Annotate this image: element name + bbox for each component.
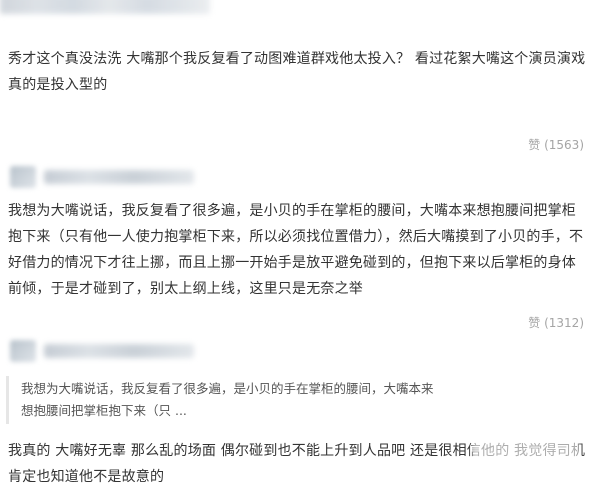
comment-footer: 赞 (1312) bbox=[0, 310, 600, 336]
comment-footer: 赞 (1563) bbox=[0, 132, 600, 158]
username[interactable] bbox=[44, 170, 194, 184]
comment-feed: 秀才这个真没法洗 大嘴那个我反复看了动图难道群戏他太投入？ 看过花絮大嘴这个演员… bbox=[0, 0, 600, 496]
like-button[interactable]: 赞 (1563) bbox=[528, 136, 584, 153]
username[interactable] bbox=[44, 344, 194, 358]
like-button[interactable]: 赞 (1312) bbox=[528, 314, 584, 331]
blurred-overlay bbox=[472, 440, 580, 464]
comment-text: 秀才这个真没法洗 大嘴那个我反复看了动图难道群戏他太投入？ 看过花絮大嘴这个演员… bbox=[8, 51, 586, 93]
quoted-reply[interactable]: 我想为大嘴说话，我反复看了很多遍，是小贝的手在掌柜的腰间，大嘴本来想抱腰间把掌柜… bbox=[6, 376, 595, 424]
avatar[interactable] bbox=[10, 166, 36, 188]
avatar[interactable] bbox=[10, 340, 36, 362]
blurred-user-header bbox=[0, 0, 210, 14]
comment-text: 我想为大嘴说话，我反复看了很多遍，是小贝的手在掌柜的腰间，大嘴本来想抱腰间把掌柜… bbox=[8, 203, 584, 297]
comment-user-row bbox=[0, 338, 600, 364]
quoted-reply-text: 我想为大嘴说话，我反复看了很多遍，是小贝的手在掌柜的腰间，大嘴本来想抱腰间把掌柜… bbox=[21, 381, 434, 418]
comment-user-row bbox=[0, 164, 600, 190]
